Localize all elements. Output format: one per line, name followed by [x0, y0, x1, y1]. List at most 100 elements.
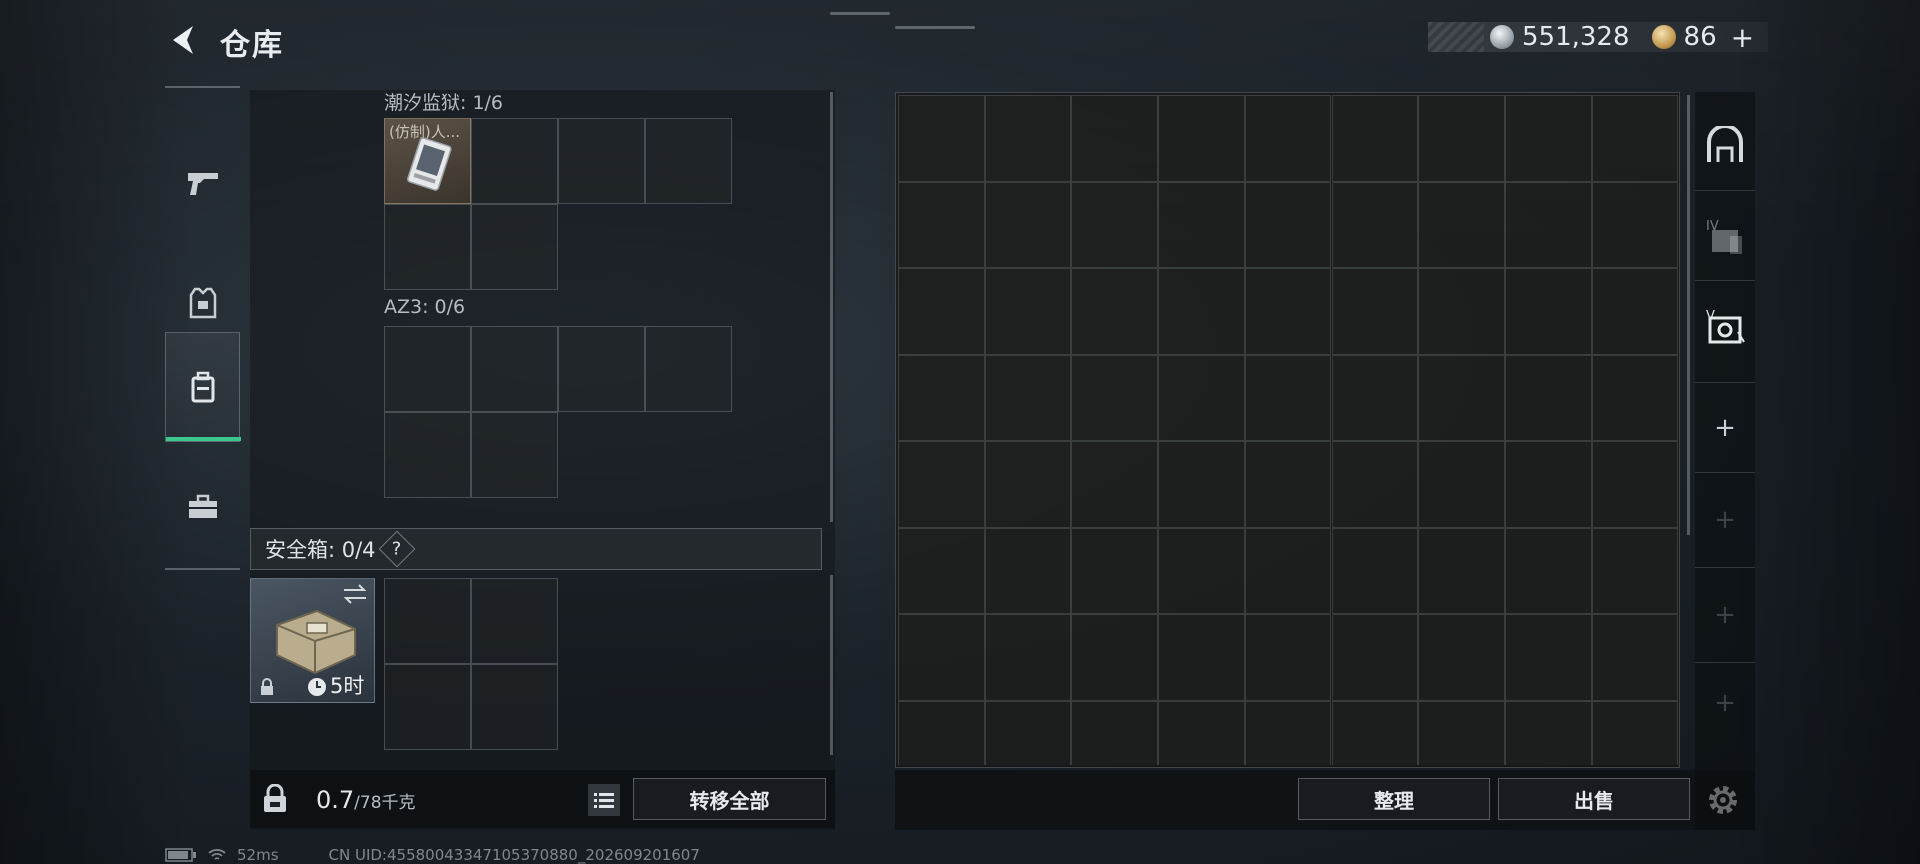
stash-slot[interactable] [1418, 441, 1505, 528]
stash-slot[interactable] [1071, 181, 1159, 268]
stash-slot[interactable] [1591, 95, 1678, 182]
stash-slot[interactable] [1418, 527, 1505, 614]
stash-slot[interactable] [898, 527, 985, 614]
stash-slot[interactable] [1591, 614, 1678, 701]
stash-slot[interactable] [1504, 441, 1592, 528]
stash-slot[interactable] [1504, 181, 1592, 268]
stash-tab-iv[interactable]: IV [1695, 190, 1755, 280]
stash-slot[interactable] [1071, 700, 1159, 765]
stash-slot[interactable] [1158, 268, 1245, 355]
safe-box-slot[interactable] [471, 664, 558, 750]
stash-slot[interactable] [1331, 181, 1419, 268]
stash-slot[interactable] [898, 700, 985, 765]
stash-slot[interactable] [898, 614, 985, 701]
grid-slot[interactable] [645, 326, 732, 412]
stash-tab-main[interactable] [1695, 100, 1755, 190]
stash-slot[interactable] [1331, 354, 1419, 441]
stash-slot[interactable] [1158, 354, 1245, 441]
stash-slot[interactable] [1504, 354, 1592, 441]
transfer-all-button[interactable]: 转移全部 [633, 778, 826, 820]
grid-slot[interactable] [471, 118, 558, 204]
sell-button[interactable]: 出售 [1498, 778, 1690, 820]
stash-slot[interactable] [984, 441, 1072, 528]
stash-slot[interactable] [1244, 441, 1332, 528]
stash-slot[interactable] [984, 527, 1072, 614]
stash-slot[interactable] [1071, 95, 1159, 182]
stash-slot[interactable] [1244, 181, 1332, 268]
stash-slot[interactable] [1418, 354, 1505, 441]
stash-slot[interactable] [1244, 700, 1332, 765]
stash-slot[interactable] [1418, 614, 1505, 701]
safe-case-item[interactable]: 5时 [250, 578, 375, 703]
stash-slot[interactable] [1331, 95, 1419, 182]
stash-slot[interactable] [1591, 268, 1678, 355]
add-currency-button[interactable]: + [1731, 21, 1754, 54]
nav-backpack[interactable] [165, 332, 241, 442]
stash-slot[interactable] [1591, 181, 1678, 268]
stash-slot[interactable] [1331, 441, 1419, 528]
add-stash-tab[interactable]: + [1695, 382, 1755, 472]
stash-slot[interactable] [984, 95, 1072, 182]
stash-tab-v[interactable]: V [1695, 280, 1755, 370]
stash-slot[interactable] [1591, 700, 1678, 765]
stash-slot[interactable] [1418, 181, 1505, 268]
grid-slot[interactable] [384, 326, 471, 412]
stash-scrollbar[interactable] [1687, 95, 1690, 535]
stash-slot[interactable] [1331, 268, 1419, 355]
backpack-scrollbar-bottom[interactable] [830, 575, 833, 755]
stash-slot[interactable] [1418, 700, 1505, 765]
grid-slot[interactable] [384, 412, 471, 498]
stash-slot[interactable] [1244, 268, 1332, 355]
stash-slot[interactable] [984, 268, 1072, 355]
stash-slot[interactable] [898, 181, 985, 268]
stash-slot[interactable] [1504, 95, 1592, 182]
stash-slot[interactable] [1071, 268, 1159, 355]
safe-box-slot[interactable] [384, 578, 471, 664]
stash-slot[interactable] [1158, 181, 1245, 268]
grid-slot[interactable] [558, 118, 645, 204]
stash-slot[interactable] [1071, 527, 1159, 614]
sort-button[interactable]: 整理 [1298, 778, 1490, 820]
stash-slot[interactable] [898, 441, 985, 528]
grid-slot[interactable] [471, 204, 558, 290]
stash-slot[interactable] [1071, 354, 1159, 441]
grid-slot[interactable] [471, 412, 558, 498]
grid-slot[interactable] [384, 204, 471, 290]
grid-slot[interactable] [645, 118, 732, 204]
stash-slot[interactable] [984, 181, 1072, 268]
grid-slot[interactable] [558, 326, 645, 412]
backpack-scrollbar-top[interactable] [830, 92, 833, 522]
stash-slot[interactable] [1158, 614, 1245, 701]
stash-slot[interactable] [1418, 95, 1505, 182]
safe-box-slot[interactable] [471, 578, 558, 664]
swap-icon[interactable] [342, 583, 368, 605]
stash-slot[interactable] [1504, 527, 1592, 614]
back-button[interactable] [165, 22, 201, 58]
safe-box-help-button[interactable]: ? [378, 530, 415, 568]
stash-slot[interactable] [1331, 527, 1419, 614]
stash-slot[interactable] [898, 268, 985, 355]
stash-slot[interactable] [1244, 614, 1332, 701]
stash-slot[interactable] [1418, 268, 1505, 355]
stash-slot[interactable] [1331, 614, 1419, 701]
safe-box-slot[interactable] [384, 664, 471, 750]
stash-slot[interactable] [1244, 95, 1332, 182]
stash-slot[interactable] [1504, 700, 1592, 765]
stash-slot[interactable] [984, 614, 1072, 701]
stash-slot[interactable] [1504, 614, 1592, 701]
stash-slot[interactable] [984, 700, 1072, 765]
stash-slot[interactable] [1071, 614, 1159, 701]
stash-slot[interactable] [1591, 527, 1678, 614]
stash-slot[interactable] [898, 354, 985, 441]
stash-slot[interactable] [1244, 354, 1332, 441]
stash-slot[interactable] [1591, 441, 1678, 528]
stash-slot[interactable] [1158, 441, 1245, 528]
stash-slot[interactable] [1158, 95, 1245, 182]
stash-slot[interactable] [1071, 441, 1159, 528]
stash-slot[interactable] [1331, 700, 1419, 765]
stash-slot[interactable] [984, 354, 1072, 441]
nav-toolbox[interactable] [165, 452, 240, 562]
stash-slot[interactable] [898, 95, 985, 182]
inventory-item[interactable]: (仿制)人... [384, 118, 471, 204]
stash-slot[interactable] [1504, 268, 1592, 355]
